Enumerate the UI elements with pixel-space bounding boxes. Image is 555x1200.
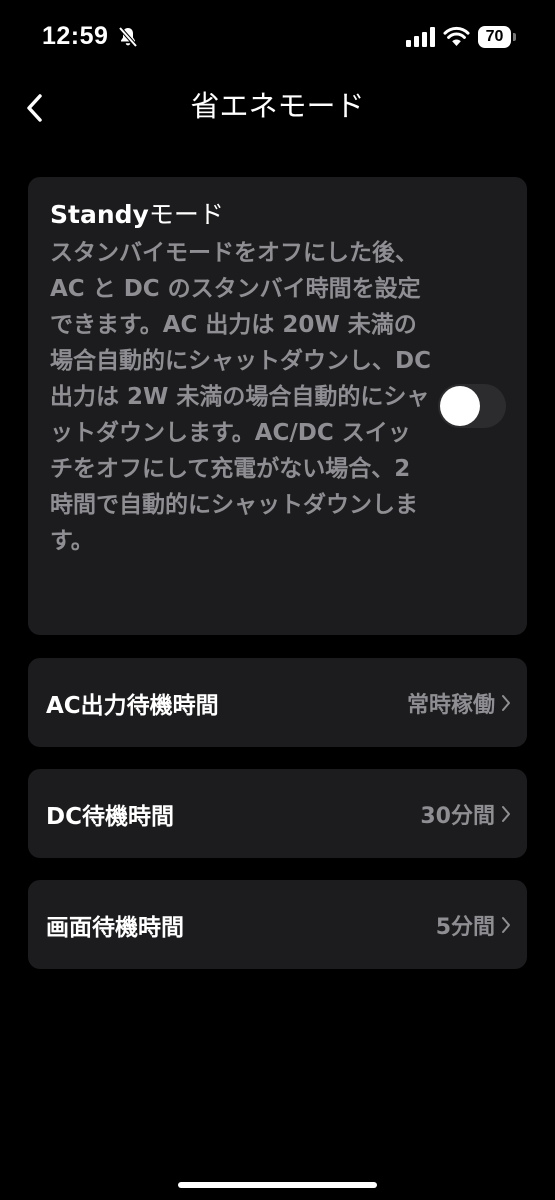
page-title: 省エネモード <box>190 89 365 123</box>
row-value: 5分間 <box>435 914 495 940</box>
standby-mode-toggle[interactable] <box>438 384 506 428</box>
dc-standby-time-row[interactable]: DC待機時間 30分間 <box>28 769 527 858</box>
standby-title-en: Standy <box>50 200 149 229</box>
chevron-right-icon <box>502 916 510 933</box>
chevron-right-icon <box>502 694 510 711</box>
row-label: DC待機時間 <box>46 803 174 830</box>
ac-standby-time-row[interactable]: AC出力待機時間 常時稼働 <box>28 658 527 747</box>
cellular-signal-icon <box>406 27 435 47</box>
standby-title-jp: モード <box>148 200 224 229</box>
chevron-right-icon <box>502 805 510 822</box>
screen-standby-time-row[interactable]: 画面待機時間 5分間 <box>28 880 527 969</box>
wifi-icon <box>443 26 470 46</box>
back-button[interactable] <box>16 88 52 128</box>
row-label: 画面待機時間 <box>46 914 184 941</box>
battery-icon: 70 <box>478 26 520 48</box>
bell-slash-icon <box>118 26 138 48</box>
standby-description: スタンバイモードをオフにした後、AC と DC のスタンバイ時間を設定できます。… <box>50 240 431 554</box>
chevron-left-icon <box>27 94 42 122</box>
home-indicator[interactable] <box>178 1182 377 1188</box>
row-value: 30分間 <box>420 803 495 829</box>
status-bar: 12:59 70 <box>0 0 555 72</box>
status-time: 12:59 <box>42 22 109 50</box>
standby-mode-card: Standyモード スタンバイモードをオフにした後、AC と DC のスタンバイ… <box>28 177 527 635</box>
battery-level: 70 <box>478 26 511 48</box>
row-value: 常時稼働 <box>406 692 495 718</box>
toggle-knob <box>440 386 480 426</box>
standby-title: Standyモード <box>50 196 224 234</box>
row-label: AC出力待機時間 <box>46 692 219 719</box>
battery-cap <box>513 33 516 41</box>
